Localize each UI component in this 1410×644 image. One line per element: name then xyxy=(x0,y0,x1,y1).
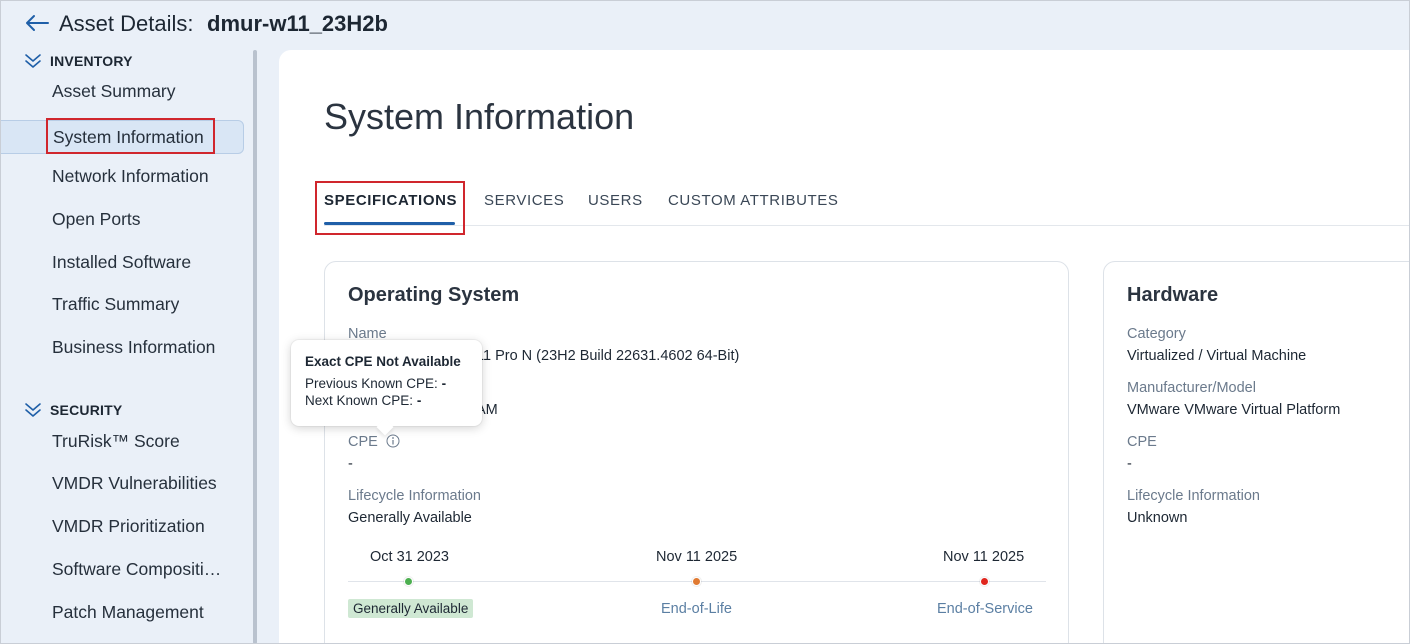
cpe-label: CPE xyxy=(348,434,400,450)
category-value: Virtualized / Virtual Machine xyxy=(1127,348,1307,364)
chevron-double-down-icon xyxy=(25,403,41,417)
section-inventory[interactable]: INVENTORY xyxy=(24,51,133,71)
tooltip-previous-value: - xyxy=(441,376,447,391)
sidebar-item-patch-management[interactable]: Patch Management xyxy=(0,595,244,629)
tooltip-previous-cpe: Previous Known CPE: - xyxy=(305,376,482,391)
sidebar-item-asset-summary[interactable]: Asset Summary xyxy=(0,74,244,108)
timeline-label-ga: Generally Available xyxy=(348,599,474,618)
cpe-label-text: CPE xyxy=(348,434,378,450)
tab-services[interactable]: SERVICES xyxy=(484,192,564,209)
timeline-label-eol: End-of-Life xyxy=(661,601,732,617)
hardware-card: Hardware Category Virtualized / Virtual … xyxy=(1103,261,1410,644)
timeline-date-ga: Oct 31 2023 xyxy=(370,549,449,565)
timeline-date-eol: Nov 11 2025 xyxy=(656,549,738,565)
sidebar-scrollbar[interactable] xyxy=(253,50,257,644)
category-label: Category xyxy=(1127,326,1186,342)
sidebar-item-label: Business Information xyxy=(52,336,216,357)
sidebar-item-label: Traffic Summary xyxy=(52,293,180,314)
timeline-date-eos: Nov 11 2025 xyxy=(943,549,1025,565)
hw-cpe-value: - xyxy=(1127,456,1132,472)
card-title: Hardware xyxy=(1127,284,1219,306)
sidebar-item-software-composition[interactable]: Software Compositi… xyxy=(0,552,244,586)
sidebar-item-label: Installed Software xyxy=(52,251,192,272)
manufacturer-label: Manufacturer/Model xyxy=(1127,380,1256,396)
tab-label: SERVICES xyxy=(484,192,565,209)
sidebar-item-label: Software Compositi… xyxy=(52,558,222,579)
sidebar-item-label: Asset Summary xyxy=(52,80,176,101)
tooltip-title: Exact CPE Not Available xyxy=(305,354,461,369)
tab-specifications[interactable]: SPECIFICATIONS xyxy=(324,192,457,209)
sidebar-item-label: Patch Management xyxy=(52,601,204,622)
cpe-tooltip: Exact CPE Not Available Previous Known C… xyxy=(291,340,482,426)
hw-lifecycle-value: Unknown xyxy=(1127,510,1188,526)
tab-label: SPECIFICATIONS xyxy=(324,192,458,209)
sidebar-item-vmdr-prioritization[interactable]: VMDR Prioritization xyxy=(0,509,244,543)
sidebar-item-system-information[interactable]: System Information xyxy=(0,120,244,154)
hw-cpe-label: CPE xyxy=(1127,434,1157,450)
tooltip-next-label: Next Known CPE: xyxy=(305,393,414,408)
asset-name: dmur-w11_23H2b xyxy=(207,11,388,36)
cpe-value: - xyxy=(348,456,353,472)
chevron-double-down-icon xyxy=(25,54,41,68)
sidebar-item-vmdr-vulnerabilities[interactable]: VMDR Vulnerabilities xyxy=(0,466,244,500)
sidebar-item-business-information[interactable]: Business Information xyxy=(0,330,244,364)
timeline-dot-ga xyxy=(404,577,413,586)
page-title: System Information xyxy=(324,96,635,137)
sidebar-item-traffic-summary[interactable]: Traffic Summary xyxy=(0,287,244,321)
sidebar-item-label: Network Information xyxy=(52,165,209,186)
info-icon[interactable] xyxy=(386,434,400,448)
tab-label: CUSTOM ATTRIBUTES xyxy=(668,192,839,209)
section-security-label: SECURITY xyxy=(50,402,123,418)
tab-custom-attributes[interactable]: CUSTOM ATTRIBUTES xyxy=(668,192,839,209)
page-header: Asset Details: dmur-w11_23H2b xyxy=(0,0,1410,48)
tab-bar: SPECIFICATIONS SERVICES USERS CUSTOM ATT… xyxy=(324,178,1410,226)
section-inventory-label: INVENTORY xyxy=(50,53,133,69)
manufacturer-value: VMware VMware Virtual Platform xyxy=(1127,402,1341,418)
sidebar-item-trurisk-score[interactable]: TruRisk™ Score xyxy=(0,424,244,458)
tab-label: USERS xyxy=(588,192,643,209)
sidebar-item-open-ports[interactable]: Open Ports xyxy=(0,202,244,236)
operating-system-card: Operating System Name 11 Pro N (23H2 Bui… xyxy=(324,261,1069,644)
tooltip-next-cpe: Next Known CPE: - xyxy=(305,393,482,408)
page-title-label: Asset Details: xyxy=(59,11,194,36)
tab-users[interactable]: USERS xyxy=(588,192,643,209)
name-value-text: 11 Pro N (23H2 Build 22631.4602 64-Bit) xyxy=(476,348,740,364)
back-arrow-icon[interactable] xyxy=(24,10,50,36)
card-title: Operating System xyxy=(348,284,520,306)
section-security[interactable]: SECURITY xyxy=(24,400,122,420)
sidebar-item-label: Open Ports xyxy=(52,208,141,229)
sidebar-item-label: VMDR Prioritization xyxy=(52,515,205,536)
sidebar-item-label: System Information xyxy=(53,126,204,147)
sidebar-item-label: TruRisk™ Score xyxy=(52,430,180,451)
active-tab-indicator xyxy=(324,222,455,225)
timeline-label-eos: End-of-Service xyxy=(937,601,1033,617)
sidebar-item-network-information[interactable]: Network Information xyxy=(0,159,244,193)
sidebar-item-installed-software[interactable]: Installed Software xyxy=(0,245,244,279)
tooltip-previous-label: Previous Known CPE: xyxy=(305,376,438,391)
lifecycle-label: Lifecycle Information xyxy=(348,488,481,504)
sidebar-item-label: VMDR Vulnerabilities xyxy=(52,472,217,493)
timeline-dot-eol xyxy=(692,577,701,586)
timeline-dot-eos xyxy=(980,577,989,586)
tooltip-next-value: - xyxy=(416,393,422,408)
lifecycle-value: Generally Available xyxy=(348,510,472,526)
hw-lifecycle-label: Lifecycle Information xyxy=(1127,488,1260,504)
